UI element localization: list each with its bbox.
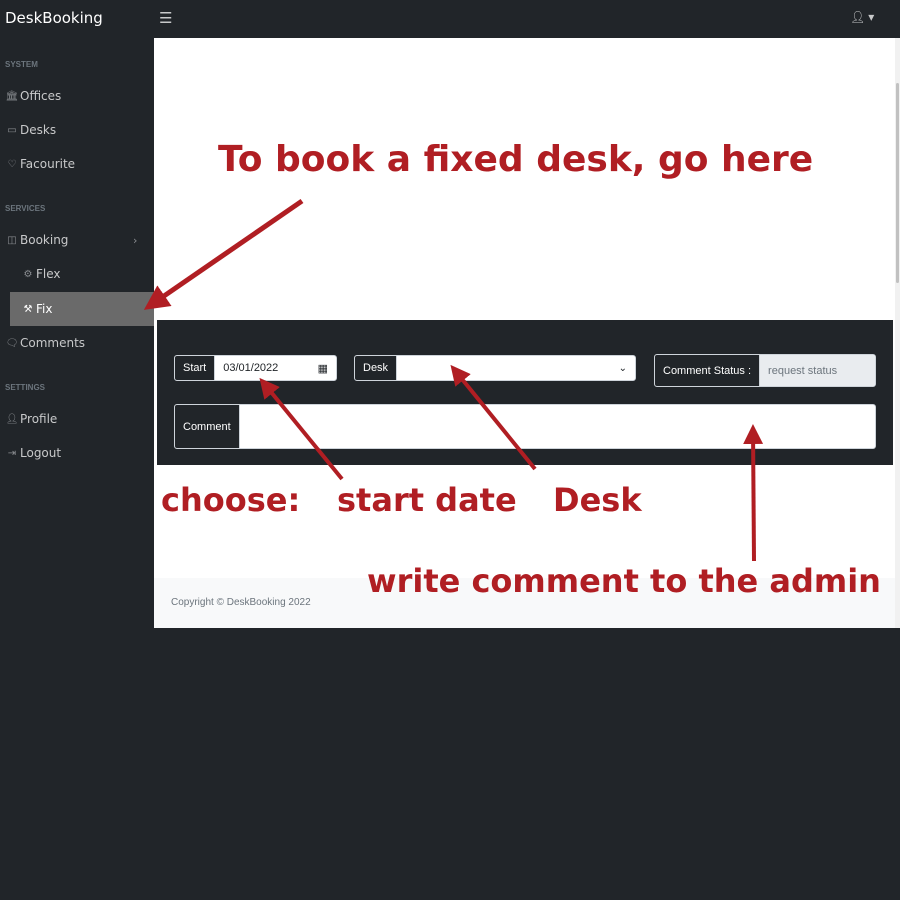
annotation-start-date: start date <box>337 481 517 519</box>
layout-icon: ◫ <box>7 234 17 246</box>
start-date-input[interactable]: 03/01/2022 ▦ <box>215 356 336 380</box>
annotation-go-here: To book a fixed desk, go here <box>218 139 814 180</box>
logout-icon: ⇥ <box>7 447 17 459</box>
sidebar-item-label: Desks <box>20 123 57 137</box>
comments-icon: 🗨︎ <box>5 337 19 349</box>
sidebar-item-flex[interactable]: ⚙︎ Flex <box>0 257 154 291</box>
sidebar-item-facourite[interactable]: ♡ Facourite <box>0 147 154 181</box>
annotation-choose: choose: <box>161 481 301 519</box>
comment-status-field: request status <box>760 355 875 386</box>
sidebar: SYSTEM 🏛︎ Offices ▭ Desks ♡ Facourite SE… <box>0 38 154 900</box>
comment-status-label: Comment Status : <box>655 355 761 386</box>
start-label: Start <box>175 356 216 380</box>
top-navbar: DeskBooking ☰ 👤︎ ▾ <box>0 0 900 38</box>
comment-group: Comment <box>174 404 876 449</box>
comment-status-group: Comment Status : request status <box>654 354 876 387</box>
sidebar-item-logout[interactable]: ⇥ Logout <box>0 436 154 470</box>
comment-status-placeholder: request status <box>768 364 838 377</box>
desk-label: Desk <box>355 356 398 380</box>
desk-select[interactable]: ⌄ <box>397 356 635 380</box>
building-icon: 🏛︎ <box>5 90 19 102</box>
sidebar-item-label: Booking <box>20 233 69 247</box>
sidebar-heading-settings: SETTINGS <box>5 383 46 392</box>
sidebar-heading-services: SERVICES <box>5 204 46 213</box>
sidebar-item-label: Logout <box>20 446 62 460</box>
comment-label: Comment <box>175 405 240 448</box>
desk-select-group: Desk ⌄ <box>354 355 636 381</box>
user-icon: 👤︎ <box>850 10 866 24</box>
annotation-desk: Desk <box>553 481 642 519</box>
copyright-text: Copyright © DeskBooking 2022 <box>171 597 311 608</box>
sidebar-item-desks[interactable]: ▭ Desks <box>0 113 154 147</box>
sidebar-item-label: Fix <box>36 302 53 316</box>
sidebar-item-comments[interactable]: 🗨︎ Comments <box>0 326 154 360</box>
sidebar-item-fix[interactable]: ⚒︎ Fix <box>10 292 154 326</box>
sidebar-item-offices[interactable]: 🏛︎ Offices <box>0 79 154 113</box>
caret-down-icon: ▾ <box>868 10 875 24</box>
scrollbar[interactable] <box>895 38 900 628</box>
start-date-value: 03/01/2022 <box>223 362 279 374</box>
sidebar-item-profile[interactable]: 👤︎ Profile <box>0 402 154 436</box>
chevron-down-icon: ⌄ <box>618 362 627 374</box>
chevron-right-icon: › <box>133 233 138 247</box>
comment-input[interactable] <box>240 405 875 448</box>
user-icon: 👤︎ <box>5 413 19 425</box>
sidebar-item-booking[interactable]: ◫ Booking › <box>0 223 154 257</box>
cog-icon: ⚙︎ <box>23 268 33 280</box>
sidebar-item-label: Profile <box>20 412 58 426</box>
sidebar-item-label: Flex <box>36 267 61 281</box>
tools-icon: ⚒︎ <box>23 303 33 315</box>
sidebar-heading-system: SYSTEM <box>5 60 38 69</box>
heart-icon: ♡ <box>7 158 17 170</box>
sidebar-item-label: Facourite <box>20 157 76 171</box>
start-date-group: Start 03/01/2022 ▦ <box>174 355 337 381</box>
sidebar-item-label: Comments <box>20 336 86 350</box>
monitor-icon: ▭ <box>7 124 17 136</box>
scrollbar-thumb[interactable] <box>896 83 899 283</box>
annotation-write-comment: write comment to the admin <box>367 562 881 600</box>
calendar-icon[interactable]: ▦ <box>318 362 328 375</box>
user-menu-button[interactable]: 👤︎ ▾ <box>850 10 874 24</box>
sidebar-item-label: Offices <box>20 89 62 103</box>
hamburger-icon[interactable]: ☰ <box>159 9 172 27</box>
brand-title[interactable]: DeskBooking <box>5 9 103 27</box>
